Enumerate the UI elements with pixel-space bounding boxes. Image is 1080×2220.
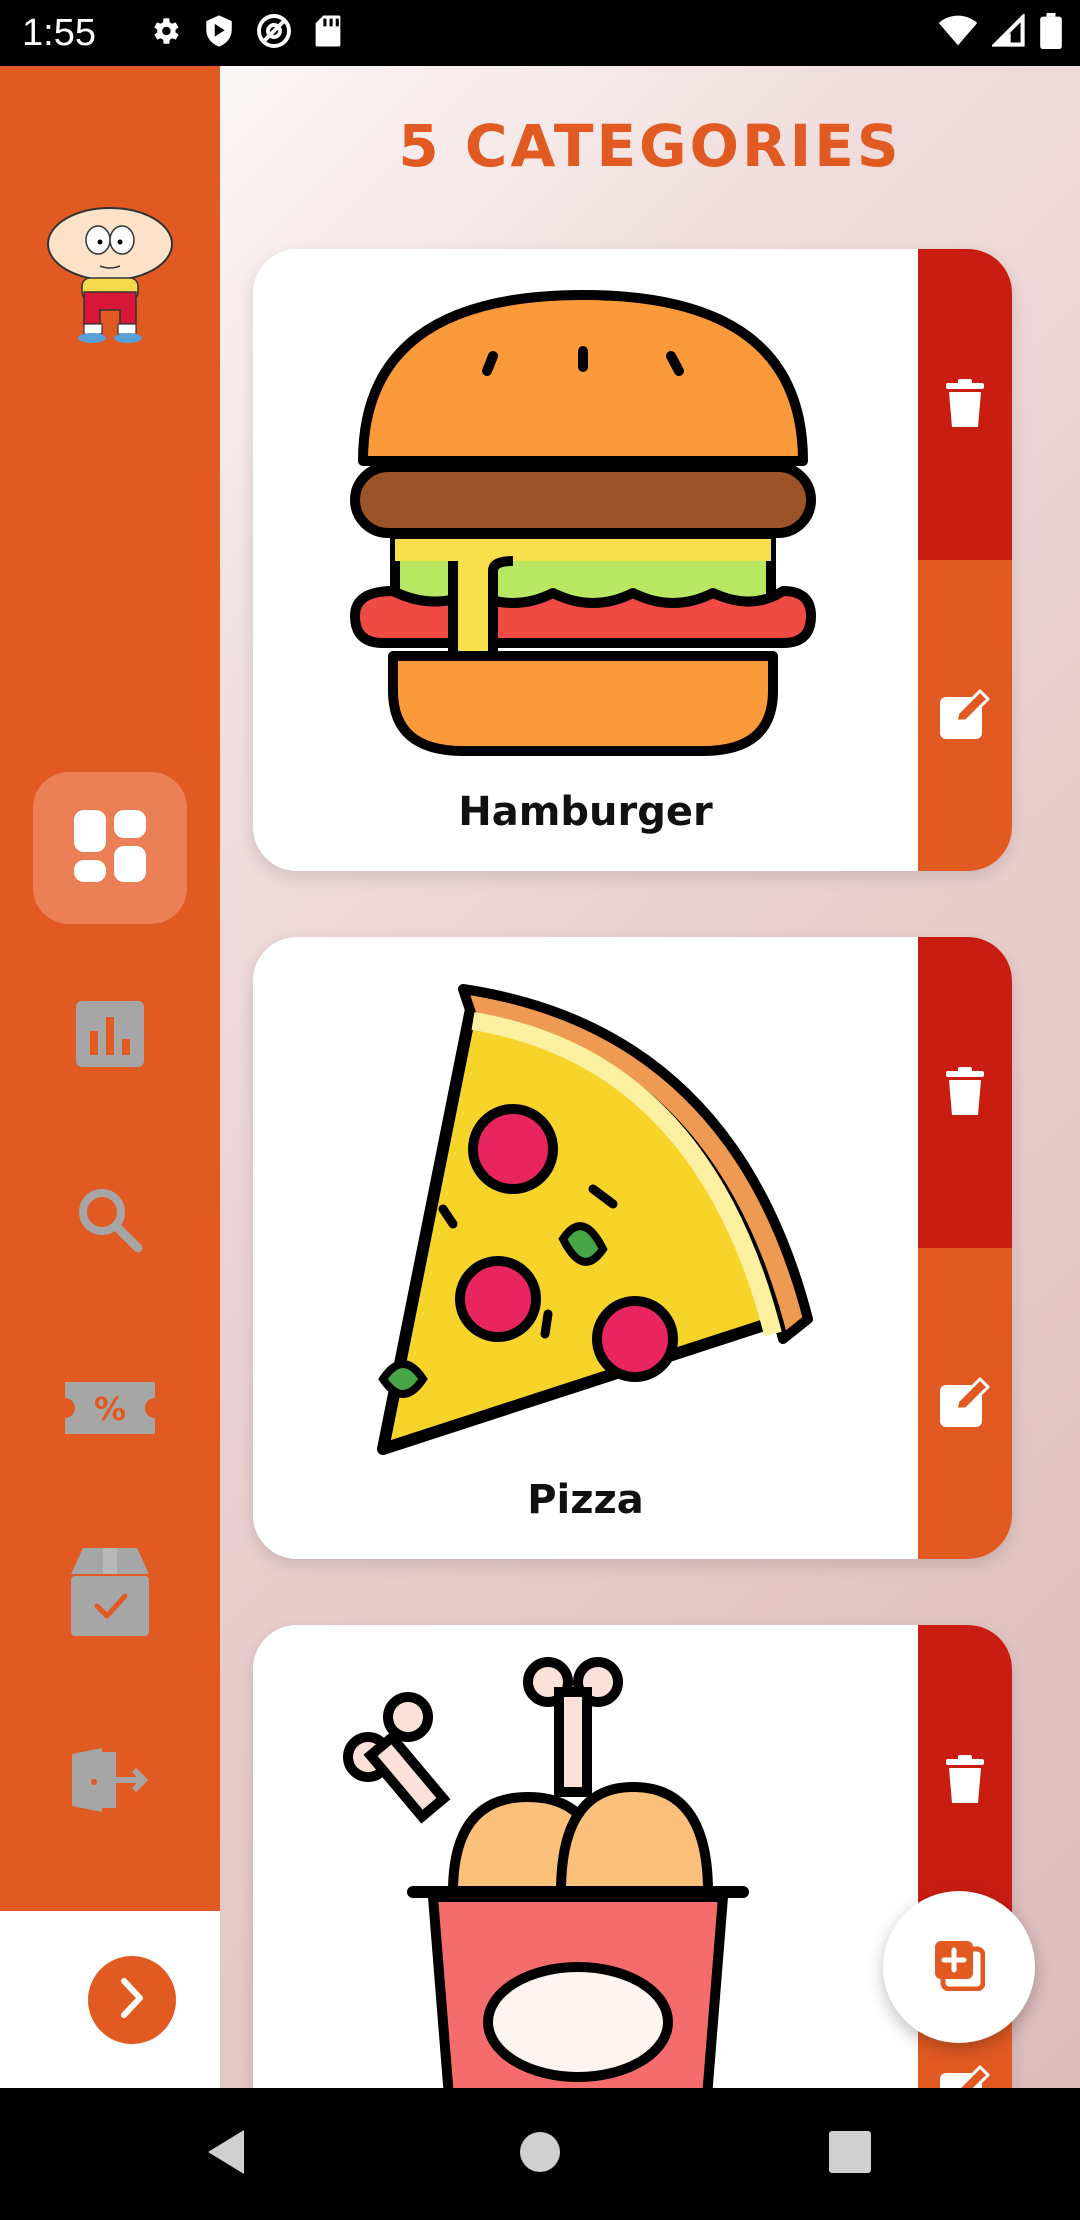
pizza-image — [313, 959, 853, 1459]
add-category-button[interactable] — [883, 1891, 1035, 2043]
category-card-pizza[interactable]: Pizza — [253, 937, 1012, 1559]
add-category-icon — [933, 1939, 986, 1995]
category-name: Hamburger — [458, 789, 713, 835]
category-card-chicken[interactable] — [253, 1625, 1012, 2088]
back-icon — [204, 2128, 248, 2180]
page-title: 5 categories — [398, 112, 902, 180]
delete-button[interactable] — [918, 937, 1012, 1248]
sidebar: % — [0, 66, 220, 1911]
nav-orders[interactable] — [33, 1518, 187, 1670]
nav-dashboard[interactable] — [33, 772, 187, 924]
trash-icon — [946, 1066, 984, 1119]
delete-button[interactable] — [918, 249, 1012, 560]
bar-chart-icon — [76, 1001, 144, 1071]
category-name: Pizza — [527, 1477, 644, 1523]
avatar[interactable] — [40, 196, 180, 346]
nav-coupons[interactable]: % — [33, 1334, 187, 1486]
system-nav-bar — [0, 2088, 1080, 2220]
home-button[interactable] — [490, 2088, 590, 2220]
wifi-icon — [938, 15, 978, 51]
svg-text:%: % — [94, 1390, 126, 1428]
edit-button[interactable] — [918, 1248, 1012, 1559]
expand-sidebar-button[interactable] — [88, 1956, 176, 2044]
recents-button[interactable] — [800, 2088, 900, 2220]
chevron-right-icon — [112, 1975, 152, 2025]
hamburger-image — [313, 271, 853, 771]
nav-search[interactable] — [33, 1146, 187, 1298]
edit-button[interactable] — [918, 560, 1012, 871]
at-sign-icon — [256, 13, 292, 53]
edit-icon — [940, 689, 990, 743]
status-bar: 1:55 — [0, 0, 1080, 66]
nav-statistics[interactable] — [33, 960, 187, 1112]
fried-chicken-image — [313, 1647, 853, 2088]
coupon-icon: % — [65, 1382, 155, 1438]
edit-icon — [940, 1377, 990, 1431]
trash-icon — [946, 1754, 984, 1807]
cellular-signal-icon — [990, 12, 1026, 52]
trash-icon — [946, 378, 984, 431]
search-icon — [76, 1186, 144, 1258]
box-check-icon — [71, 1548, 149, 1640]
logout-icon — [72, 1748, 149, 1816]
battery-icon — [1040, 13, 1062, 53]
back-button[interactable] — [176, 2088, 276, 2220]
play-protect-icon — [204, 14, 234, 52]
app-screen: % 5 CATEGORIES Hamburger Pizza — [0, 66, 1080, 2088]
recents-icon — [829, 2131, 871, 2177]
delete-button[interactable] — [918, 1625, 1012, 1936]
category-card-hamburger[interactable]: Hamburger — [253, 249, 1012, 871]
sd-card-icon — [314, 14, 342, 52]
edit-icon — [940, 2065, 990, 2088]
nav-logout[interactable] — [33, 1706, 187, 1858]
status-time: 1:55 — [22, 11, 96, 54]
settings-icon — [148, 14, 182, 52]
dashboard-icon — [72, 808, 148, 888]
home-icon — [519, 2131, 561, 2177]
